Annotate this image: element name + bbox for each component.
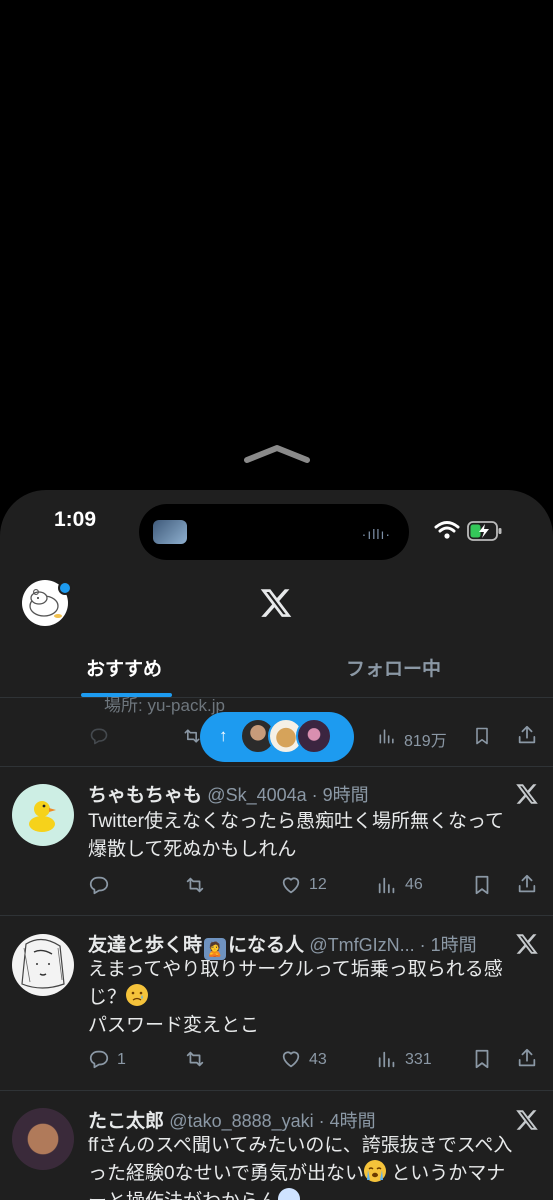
tweet-avatar[interactable] <box>12 1108 74 1170</box>
x-logo-icon[interactable] <box>515 932 539 956</box>
tweet-text-line: Twitter使えなくなったら愚痴吐く場所無くなって <box>88 811 505 832</box>
tweet-divider <box>0 915 553 916</box>
dynamic-island[interactable]: ·ıllı· <box>139 504 409 560</box>
tweet-text-fragment: というかマナ <box>391 1163 506 1184</box>
battery-charging-icon <box>467 521 502 541</box>
tweet-text-line: えまってやり取りサークルって垢乗っ取られる感 <box>88 959 503 980</box>
new-posts-button[interactable]: ↑ <box>200 712 354 762</box>
tab-recommended[interactable]: おすすめ <box>86 654 162 681</box>
tweet-text-fragment: った経験0なせいで勇気が出ない <box>88 1163 364 1184</box>
views-count: 819万 <box>404 733 447 750</box>
share-icon[interactable] <box>516 724 538 746</box>
retweet-icon[interactable] <box>184 874 206 896</box>
x-logo-icon[interactable] <box>515 1108 539 1132</box>
tweet-author-name[interactable]: たこ太郎 <box>88 1111 164 1132</box>
tweet-text-line: った経験0なせいで勇気が出ない というかマナ <box>88 1160 538 1188</box>
island-media-thumbnail <box>153 520 187 544</box>
tweet-text: ffさんのスペ聞いてみたいのに、誇張抜きでスペ入 った経験0なせいで勇気が出ない… <box>88 1132 538 1200</box>
rubber-duck-icon <box>29 801 56 832</box>
tweet-text-fragment: じ？ <box>88 987 127 1008</box>
tweet-text-fragment: ーと操作法がわからん <box>88 1191 278 1200</box>
audio-wave-icon: ·ıllı· <box>361 526 391 542</box>
views-icon[interactable] <box>376 1048 398 1070</box>
views-count: 331 <box>405 1051 432 1068</box>
tweet-avatar[interactable] <box>12 784 74 846</box>
author-name-part: になる人 <box>228 935 305 956</box>
views-icon[interactable] <box>376 726 398 746</box>
tweet-text-line: 爆散して死ぬかもしれん <box>88 839 297 860</box>
x-logo-icon[interactable] <box>258 586 294 620</box>
tab-following[interactable]: フォロー中 <box>346 654 441 681</box>
tweet-handle-time: @Sk_4004a · 9時間 <box>207 785 369 805</box>
tweet-text-line: ffさんのスペ聞いてみたいのに、誇張抜きでスペ入 <box>88 1135 513 1156</box>
like-count: 43 <box>309 1051 327 1068</box>
share-icon[interactable] <box>516 873 538 895</box>
chevron-up-icon[interactable] <box>244 444 310 464</box>
status-time: 1:09 <box>54 508 97 531</box>
reply-icon[interactable] <box>88 1048 110 1070</box>
header-divider <box>0 697 553 698</box>
author-name-part: 友達と歩く時 <box>88 935 203 956</box>
tweet-divider <box>0 1090 553 1091</box>
tweet-handle-time: @tako_8888_yaki · 4時間 <box>169 1111 376 1131</box>
reply-icon[interactable] <box>88 726 110 746</box>
crying-face-icon <box>126 984 149 1006</box>
loudly-crying-face-icon <box>364 1160 386 1182</box>
bookmark-icon[interactable] <box>471 874 493 896</box>
reply-icon[interactable] <box>88 874 110 896</box>
post-location: 場所: yu-pack.jp <box>104 696 225 715</box>
views-count: 46 <box>405 876 423 893</box>
tweet-avatar[interactable] <box>12 934 74 996</box>
tweet-divider <box>0 766 553 767</box>
reply-count: 1 <box>117 1051 126 1068</box>
bookmark-icon[interactable] <box>471 1048 493 1070</box>
like-icon[interactable] <box>280 1048 302 1070</box>
fearful-face-icon <box>278 1188 301 1200</box>
x-logo-icon[interactable] <box>515 782 539 806</box>
bookmark-icon[interactable] <box>472 725 492 747</box>
tweet-text: Twitter使えなくなったら愚痴吐く場所無くなって 爆散して死ぬかもしれん <box>88 808 538 864</box>
tweet-text-line: じ？ <box>88 984 538 1012</box>
tweet-text: えまってやり取りサークルって垢乗っ取られる感 じ？ パスワード変えとこ <box>88 956 538 1040</box>
tweet-author-name[interactable]: 友達と歩く時 🙎 になる人 <box>88 935 305 960</box>
phone-screen: 1:09 ·ıllı· おすすめ フォロー中 場所: yu-pack.jp 81… <box>0 490 553 1200</box>
share-icon[interactable] <box>516 1047 538 1069</box>
tweet-text-line: パスワード変えとこ <box>88 1015 260 1036</box>
views-icon[interactable] <box>376 874 398 896</box>
notification-dot <box>58 581 72 595</box>
like-count: 12 <box>309 876 327 893</box>
tweet-handle-time: @TmfGIzN... · 1時間 <box>309 935 477 955</box>
tweet-text-line: ーと操作法がわからん <box>88 1188 538 1200</box>
pill-avatar <box>296 718 332 754</box>
manga-avatar-icon <box>21 938 65 989</box>
tweet-author-name[interactable]: ちゃもちゃも <box>88 785 202 806</box>
like-icon[interactable] <box>280 874 302 896</box>
wifi-icon <box>434 521 460 539</box>
arrow-up-icon: ↑ <box>219 726 228 745</box>
retweet-icon[interactable] <box>184 1048 206 1070</box>
